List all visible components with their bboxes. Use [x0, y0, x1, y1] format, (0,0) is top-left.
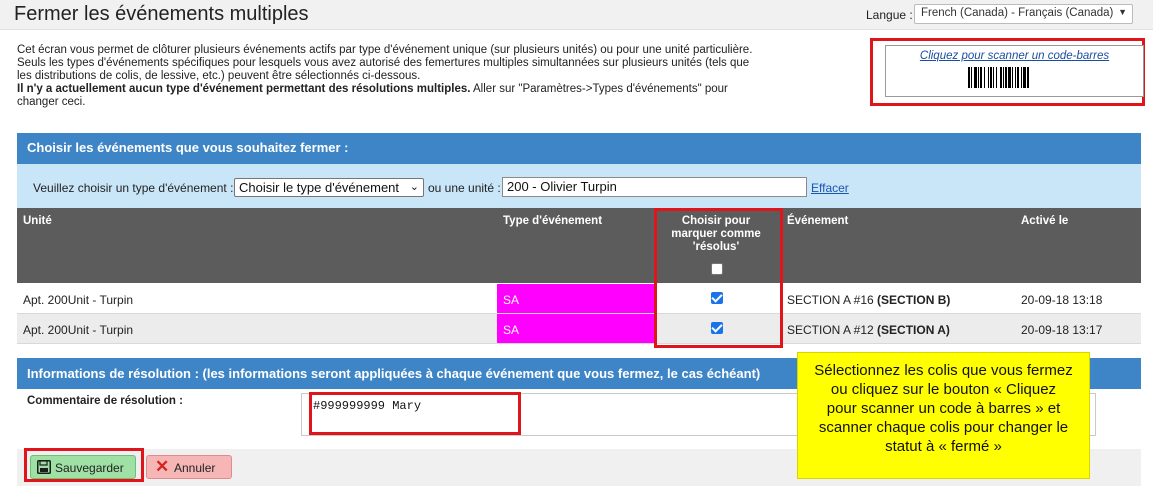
event-name: SECTION A #16 [787, 293, 878, 307]
chevron-down-icon: ⌄ [409, 181, 419, 193]
event-type-badge: SA [497, 284, 654, 313]
event-type-select-value: Choisir le type d'événement [239, 180, 400, 195]
resolution-comment-label: Commentaire de résolution : [27, 395, 183, 407]
activated-cell: 20-09-18 13:17 [1021, 323, 1103, 337]
column-header-unit: Unité [23, 215, 52, 227]
intro-line-2: Seuls les types d'événements spécifiques… [17, 57, 750, 82]
event-cell: SECTION A #12 (SECTION A) [787, 323, 950, 337]
events-table-header: Unité Type d'événement Choisir pour marq… [17, 208, 1141, 283]
table-row: Apt. 200Unit - Turpin SA SECTION A #16 (… [17, 284, 1141, 314]
filter-bar: Veuillez choisir un type d'événement : C… [17, 164, 1141, 208]
language-select-value: French (Canada) - Français (Canada) [921, 7, 1114, 19]
column-header-activated: Activé le [1021, 215, 1069, 227]
intro-text: Cet écran vous permet de clôturer plusie… [17, 44, 757, 109]
language-select[interactable]: French (Canada) - Français (Canada) ▼ [914, 4, 1133, 24]
column-header-event-type: Type d'événement [503, 215, 603, 227]
select-column-highlight [654, 208, 783, 348]
chevron-down-icon: ▼ [1118, 7, 1127, 17]
unit-label: ou une unité : [428, 181, 501, 195]
intro-line-3-bold: Il n'y a actuellement aucun type d'événe… [17, 83, 471, 95]
instruction-callout: Sélectionnez les colis que vous fermez o… [797, 352, 1090, 479]
page-title: Fermer les événements multiples [14, 3, 309, 25]
barcode-scanner-box[interactable]: Cliquez pour scanner un code-barres [885, 45, 1144, 97]
scan-barcode-link[interactable]: Cliquez pour scanner un code-barres [886, 50, 1143, 62]
event-cell: SECTION A #16 (SECTION B) [787, 293, 950, 307]
event-type-badge: SA [497, 314, 654, 343]
choose-events-header: Choisir les événements que vous souhaite… [17, 133, 1141, 164]
language-label: Langue : [866, 8, 913, 22]
intro-line-3: Il n'y a actuellement aucun type d'événe… [17, 83, 757, 109]
save-highlight [24, 448, 144, 482]
comment-highlight [309, 392, 521, 435]
close-icon: ✕ [155, 457, 170, 476]
cancel-button[interactable]: ✕ Annuler [146, 455, 232, 479]
column-header-event: Événement [787, 215, 849, 227]
event-type-label: Veuillez choisir un type d'événement : [33, 181, 234, 195]
event-section: (SECTION B) [877, 293, 951, 307]
unit-cell: Apt. 200Unit - Turpin [23, 323, 134, 337]
activated-cell: 20-09-18 13:18 [1021, 293, 1103, 307]
table-row: Apt. 200Unit - Turpin SA SECTION A #12 (… [17, 314, 1141, 344]
clear-link[interactable]: Effacer [811, 181, 849, 195]
unit-input[interactable]: 200 - Olivier Turpin [502, 177, 807, 197]
event-type-select[interactable]: Choisir le type d'événement ⌄ [234, 178, 424, 197]
event-name: SECTION A #12 [787, 323, 878, 337]
unit-cell: Apt. 200Unit - Turpin [23, 293, 134, 307]
barcode-icon[interactable] [968, 67, 1062, 88]
cancel-button-label: Annuler [174, 461, 216, 475]
top-bar: Fermer les événements multiples Langue :… [0, 0, 1153, 30]
intro-line-1: Cet écran vous permet de clôturer plusie… [17, 44, 753, 56]
event-section: (SECTION A) [877, 323, 950, 337]
